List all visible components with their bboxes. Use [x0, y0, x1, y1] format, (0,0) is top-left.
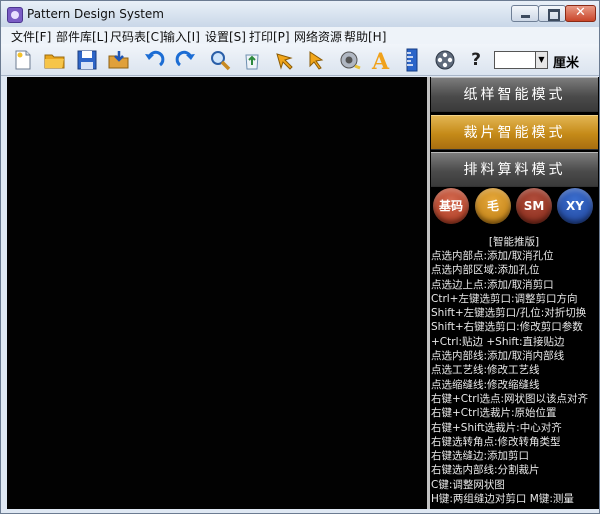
- undo-icon[interactable]: [142, 48, 166, 72]
- help-line: 右键选转角点:修改转角类型: [431, 435, 561, 448]
- new-file-icon[interactable]: [11, 48, 35, 72]
- open-folder-icon[interactable]: [43, 48, 67, 72]
- help-line: 点选工艺线:修改工艺线: [431, 364, 540, 377]
- help-line: 右键+Ctrl选裁片:原始位置: [431, 407, 557, 420]
- menu-help[interactable]: 帮助[H]: [344, 28, 386, 45]
- close-icon: ✕: [575, 5, 586, 20]
- help-line: 点选内部区域:添加孔位: [431, 264, 540, 277]
- menu-parts-library[interactable]: 部件库[L]: [56, 28, 108, 45]
- svg-text:A: A: [371, 49, 390, 72]
- text-icon[interactable]: A: [369, 48, 393, 72]
- menu-print[interactable]: 打印[P]: [249, 28, 290, 45]
- help-line: 点选边上点:添加/取消剪口: [431, 278, 554, 291]
- seam-allowance-button[interactable]: 毛: [475, 188, 511, 224]
- maximize-icon: [548, 9, 560, 21]
- help-text: [智能推版] 点选内部点:添加/取消孔位 点选内部区域:添加孔位 点选边上点:添…: [431, 235, 597, 506]
- base-size-button[interactable]: 基码: [433, 188, 469, 224]
- minimize-button[interactable]: [511, 5, 539, 22]
- minimize-icon: [521, 15, 530, 18]
- unit-input[interactable]: [494, 51, 536, 69]
- help-icon[interactable]: ?: [464, 48, 488, 72]
- menu-file[interactable]: 文件[F]: [11, 28, 51, 45]
- xy-button[interactable]: XY: [557, 188, 593, 224]
- right-panel: 纸样智能模式 裁片智能模式 排料算料模式 基码 毛 SM XY [智能推版] 点…: [430, 77, 599, 509]
- maximize-button[interactable]: [538, 5, 566, 22]
- redo-icon[interactable]: [174, 48, 198, 72]
- tape-measure-icon[interactable]: [338, 48, 362, 72]
- help-line: Shift+右键选剪口:修改剪口参数: [431, 321, 583, 334]
- help-line: H键:两组缝边对剪口 M键:测量: [431, 493, 574, 506]
- pattern-smart-mode-button[interactable]: 纸样智能模式: [431, 77, 598, 112]
- menu-network-resources[interactable]: 网络资源: [294, 28, 342, 45]
- unit-label: 厘米: [553, 56, 580, 71]
- sm-button[interactable]: SM: [516, 188, 552, 224]
- drawing-canvas[interactable]: [7, 77, 427, 509]
- window-title: Pattern Design System: [27, 7, 164, 21]
- help-line: Ctrl+左键选剪口:调整剪口方向: [431, 292, 578, 305]
- menu-size-chart[interactable]: 尺码表[C]: [110, 28, 164, 45]
- help-line: 右键+Ctrl选点:网状图以该点对齐: [431, 392, 589, 405]
- help-title: [智能推版]: [488, 236, 540, 248]
- marker-calc-mode-button[interactable]: 排料算料模式: [431, 152, 598, 187]
- film-reel-icon[interactable]: [433, 48, 457, 72]
- import-icon[interactable]: [107, 48, 131, 72]
- title-bar: Pattern Design System ✕: [1, 1, 599, 27]
- help-line: 右键选内部线:分割裁片: [431, 464, 540, 477]
- pointer-icon[interactable]: [304, 48, 328, 72]
- help-line: +Ctrl:贴边 +Shift:直接贴边: [431, 335, 565, 348]
- help-line: C键:调整网状图: [431, 478, 505, 491]
- help-line: 右键+Shift选裁片:中心对齐: [431, 421, 562, 434]
- menu-settings[interactable]: 设置[S]: [205, 28, 246, 45]
- zoom-icon[interactable]: [208, 48, 232, 72]
- help-line: 右键选缝边:添加剪口: [431, 450, 530, 463]
- chevron-down-icon[interactable]: ▼: [535, 51, 548, 69]
- menu-bar: 文件[F] 部件库[L] 尺码表[C] 输入[I] 设置[S] 打印[P] 网络…: [1, 27, 599, 44]
- help-line: 点选内部线:添加/取消内部线: [431, 350, 565, 363]
- menu-input[interactable]: 输入[I]: [163, 28, 200, 45]
- piece-smart-mode-button[interactable]: 裁片智能模式: [431, 115, 598, 150]
- ruler-icon[interactable]: [400, 48, 424, 72]
- app-logo-icon: [7, 7, 23, 23]
- help-line: 点选内部点:添加/取消孔位: [431, 250, 554, 262]
- save-icon[interactable]: [75, 48, 99, 72]
- help-line: Shift+左键选剪口/孔位:对折切换: [431, 307, 587, 320]
- recycle-icon[interactable]: [240, 48, 264, 72]
- close-button[interactable]: ✕: [565, 5, 596, 22]
- select-arrow-icon[interactable]: [273, 48, 297, 72]
- app-window: Pattern Design System ✕ 文件[F] 部件库[L] 尺码表…: [0, 0, 600, 514]
- help-line: 点选缩缝线:修改缩缝线: [431, 378, 540, 391]
